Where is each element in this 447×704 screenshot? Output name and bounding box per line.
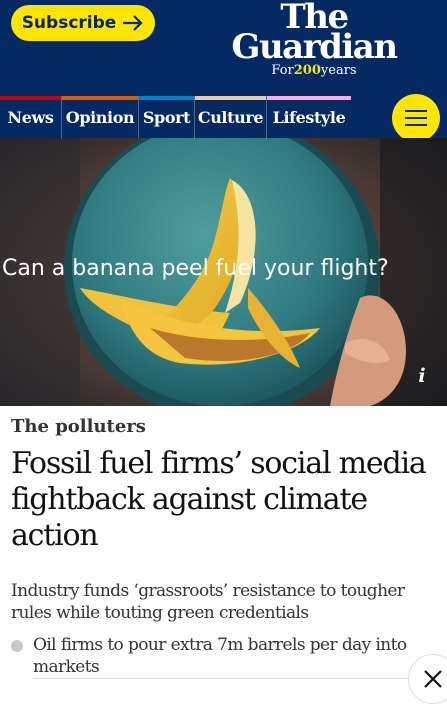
tagline-prefix: For	[271, 63, 294, 78]
nav-item-news[interactable]: News	[0, 96, 62, 138]
nav-label-lifestyle: Lifestyle	[272, 107, 346, 127]
menu-line-middle	[405, 117, 427, 119]
close-icon	[424, 670, 442, 688]
arrow-right-icon	[123, 15, 143, 31]
close-button[interactable]	[408, 654, 447, 704]
menu-line-bottom	[405, 124, 427, 126]
nav-label-opinion: Opinion	[65, 107, 135, 127]
nav-indicator-culture	[195, 96, 266, 100]
guardian-logo[interactable]: The Guardian For200years	[224, 0, 404, 79]
related-link-item[interactable]: Oil firms to pour extra 7m barrels per d…	[11, 634, 411, 679]
nav-label-culture: Culture	[197, 107, 264, 127]
nav-indicator-opinion	[62, 96, 138, 100]
nav-indicator-lifestyle	[267, 96, 351, 100]
masthead: Subscribe The Guardian For200years	[0, 0, 447, 96]
subscribe-button[interactable]: Subscribe	[11, 5, 155, 41]
article-headline[interactable]: Fossil fuel firms’ social media fightbac…	[11, 446, 436, 554]
tagline-number: 200	[293, 63, 321, 78]
menu-line-top	[405, 110, 427, 112]
info-icon[interactable]: i	[414, 366, 430, 386]
nav-item-lifestyle[interactable]: Lifestyle	[267, 96, 351, 138]
related-link[interactable]: Oil firms to pour extra 7m barrels per d…	[33, 634, 411, 679]
nav-label-sport: Sport	[142, 107, 191, 127]
section-nav: News Opinion Sport Culture Lifestyle	[0, 96, 447, 138]
subscribe-label: Subscribe	[21, 13, 117, 33]
nav-indicator-news	[0, 96, 61, 100]
tagline-suffix: years	[320, 63, 357, 78]
hamburger-menu-icon[interactable]	[392, 94, 440, 142]
hero-caption: Can a banana peel fuel your flight?	[2, 256, 389, 281]
nav-item-sport[interactable]: Sport	[139, 96, 195, 138]
logo-line-2: Guardian	[231, 27, 398, 67]
bullet-dot	[11, 640, 23, 652]
article-kicker[interactable]: The polluters	[11, 416, 146, 437]
article-standfirst: Industry funds ‘grassroots’ resistance t…	[11, 581, 405, 623]
nav-indicator-sport	[139, 96, 194, 100]
nav-item-opinion[interactable]: Opinion	[62, 96, 139, 138]
nav-label-news: News	[7, 107, 54, 127]
hero-image[interactable]: Can a banana peel fuel your flight?	[0, 138, 447, 406]
nav-item-culture[interactable]: Culture	[195, 96, 267, 138]
